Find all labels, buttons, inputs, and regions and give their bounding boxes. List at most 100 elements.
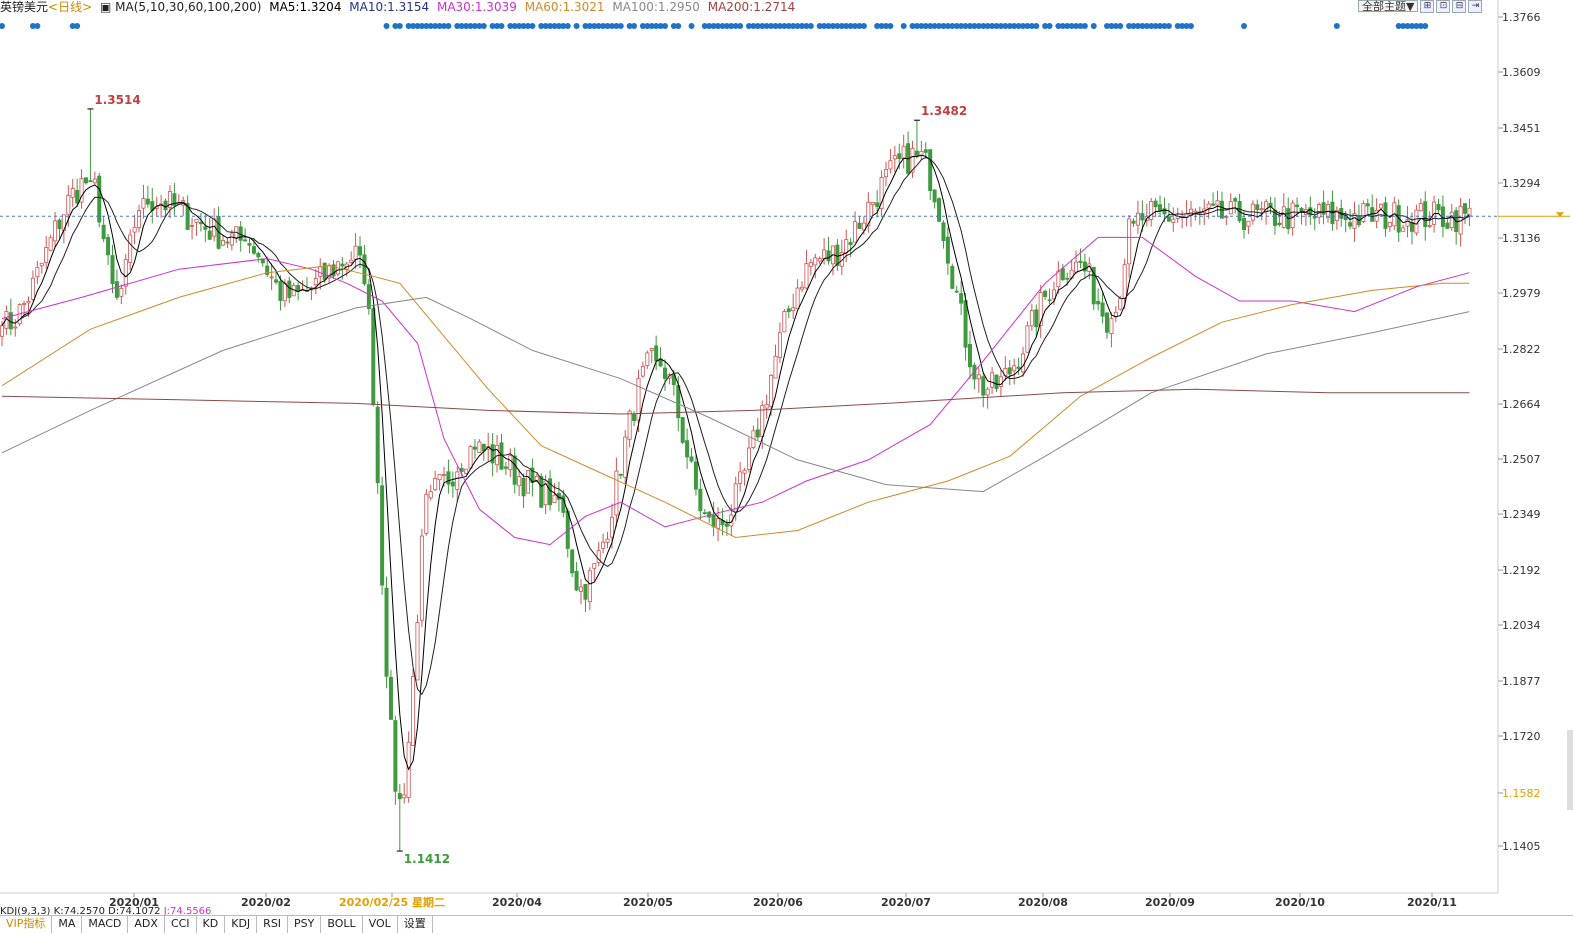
signal-dot xyxy=(1165,23,1172,29)
tab-3[interactable]: ADX xyxy=(128,916,165,933)
candle-body xyxy=(950,266,955,289)
candle-body xyxy=(198,222,203,225)
candle-body xyxy=(525,470,530,494)
candle-body xyxy=(53,220,58,242)
candle-body xyxy=(220,240,225,246)
candle-body xyxy=(693,461,698,490)
tab-6[interactable]: KDJ xyxy=(225,916,258,933)
x-tick-label: 2020/04 xyxy=(492,896,542,909)
candle-body xyxy=(822,249,827,260)
ma30-value: MA30:1.3039 xyxy=(436,0,517,14)
candle-body xyxy=(587,570,592,603)
candle-body xyxy=(1096,300,1101,305)
candlestick-chart[interactable]: 1.3766 1.3609 1.3451 1.3294 1.3136 1.2979 1.28… xyxy=(0,0,1573,935)
tab-10[interactable]: VOL xyxy=(363,916,398,933)
vertical-scrollbar[interactable] xyxy=(1567,730,1573,810)
candle-body xyxy=(1259,208,1264,211)
candle-body xyxy=(808,262,813,267)
candle-body xyxy=(30,277,35,300)
signal-dot xyxy=(0,23,5,29)
candle-body xyxy=(990,372,995,388)
y-tick-label: 1.1720 xyxy=(1502,730,1541,743)
candle-body xyxy=(1348,222,1353,227)
zoom-out-icon[interactable]: ⊟ xyxy=(1452,0,1467,13)
candle-body xyxy=(1118,298,1123,310)
y-tick-label: 1.1405 xyxy=(1502,840,1541,853)
candle-body xyxy=(375,406,380,484)
y-tick-label: 1.1582 xyxy=(1502,787,1541,800)
signal-dot xyxy=(900,23,907,29)
x-tick-label: 2020/02/25 星期二 xyxy=(339,895,445,909)
tab-8[interactable]: PSY xyxy=(288,916,322,933)
tab-2[interactable]: MACD xyxy=(82,916,129,933)
candle-body xyxy=(583,583,588,600)
theme-dropdown[interactable]: 全部主题▼ xyxy=(1358,0,1419,12)
candle-body xyxy=(508,455,513,471)
candle-body xyxy=(123,259,128,287)
tab-1[interactable]: MA xyxy=(52,916,83,933)
candle-body xyxy=(1043,290,1048,297)
candle-body xyxy=(1233,198,1238,202)
period-label[interactable]: <日线> xyxy=(48,0,92,14)
candle-body xyxy=(477,441,482,453)
tab-7[interactable]: RSI xyxy=(257,916,289,933)
candle-body xyxy=(914,150,919,157)
candle-body xyxy=(106,237,111,256)
ma60-value: MA60:1.3021 xyxy=(524,0,605,14)
candle-body xyxy=(251,246,256,254)
candle-body xyxy=(994,374,999,389)
signal-dot xyxy=(1046,23,1053,29)
layout-icon[interactable]: ⊞ xyxy=(1420,0,1435,13)
extreme-label: 1.3482 xyxy=(921,104,967,118)
candle-body xyxy=(937,198,942,222)
tab-0[interactable]: VIP指标 xyxy=(0,916,53,933)
candle-body xyxy=(614,470,619,516)
candle-body xyxy=(848,242,853,245)
candle-body xyxy=(190,225,195,227)
extreme-label: 1.1412 xyxy=(404,852,450,866)
scroll-right-icon[interactable]: ⇥ xyxy=(1468,0,1483,13)
signal-dot xyxy=(662,23,668,29)
signal-dot xyxy=(573,23,580,29)
candle-body xyxy=(932,189,937,203)
candle-body xyxy=(1109,318,1114,334)
ma200-line xyxy=(1,388,1470,415)
candle-body xyxy=(601,541,606,549)
ma100-value: MA100:1.2950 xyxy=(612,0,700,14)
candle-body xyxy=(393,720,398,792)
symbol-label[interactable]: 英镑美元 xyxy=(0,0,48,14)
signal-dot xyxy=(807,23,814,29)
candle-body xyxy=(366,284,371,309)
candle-body xyxy=(92,178,97,184)
tab-11[interactable]: 设置 xyxy=(398,916,433,933)
candle-body xyxy=(26,300,31,304)
tab-5[interactable]: KD xyxy=(197,916,226,933)
candle-body xyxy=(1131,220,1136,224)
candle-body xyxy=(1135,212,1140,226)
candle-body xyxy=(853,221,858,243)
indicator-icon[interactable]: ▣ xyxy=(100,0,111,14)
y-tick-label: 1.1877 xyxy=(1502,675,1541,688)
candle-body xyxy=(552,494,557,503)
candle-body xyxy=(685,440,690,458)
tab-9[interactable]: BOLL xyxy=(321,916,363,933)
candle-body xyxy=(1158,204,1163,212)
candle-body xyxy=(1436,204,1441,211)
candle-body xyxy=(132,226,137,233)
candle-body xyxy=(623,436,628,478)
candle-body xyxy=(503,466,508,469)
x-tick-label: 2020/07 xyxy=(881,896,931,909)
tab-4[interactable]: CCI xyxy=(165,916,197,933)
candle-body xyxy=(1122,264,1127,299)
candle-body xyxy=(755,429,760,438)
ma200-value: MA200:1.2714 xyxy=(707,0,796,14)
candle-body xyxy=(1409,222,1414,232)
zoom-in-icon[interactable]: ⊡ xyxy=(1436,0,1451,13)
candle-body xyxy=(415,622,420,681)
candle-body xyxy=(83,177,88,184)
candle-body xyxy=(66,195,71,215)
candle-body xyxy=(773,355,778,379)
candle-body xyxy=(632,414,637,422)
candle-body xyxy=(1012,365,1017,372)
candle-body xyxy=(954,290,959,293)
